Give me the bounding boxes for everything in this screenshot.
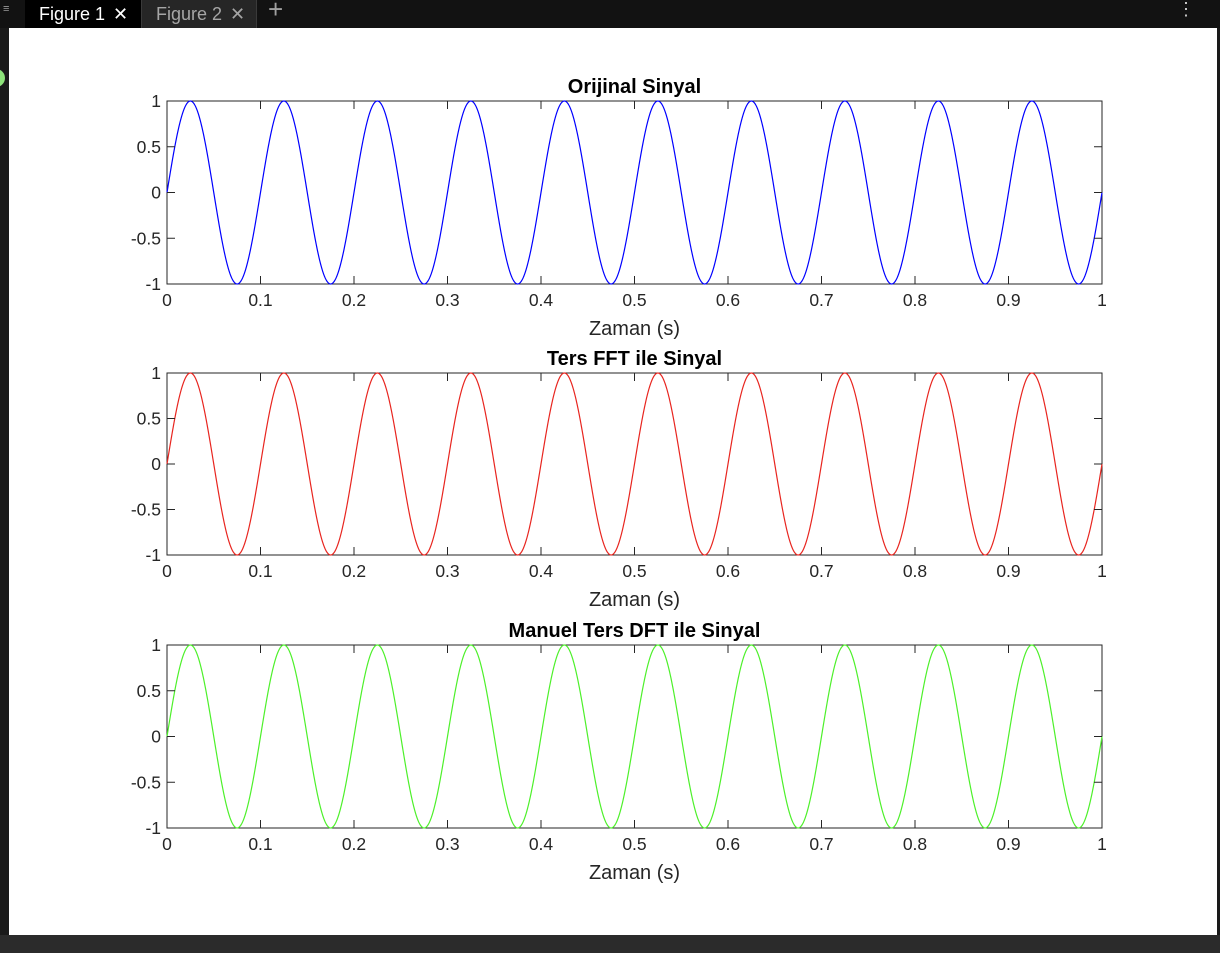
subplot-3: 0 0.1 0.2 0.3 0.4 0.5 0.6 0.7 0.8 0.9 1 1 0.5 0 -0.5 -1… [131,620,1107,884]
y-tick-label: -1 [145,545,161,565]
x-tick-label: 0.6 [716,290,740,310]
x-tick-label: 0.9 [996,290,1020,310]
x-tick-label: 0 [162,834,172,854]
x-tick-label: 1 [1097,834,1107,854]
x-tick-label: 0.6 [716,834,740,854]
x-tick-label: 0.7 [809,834,833,854]
chart-title: Manuel Ters DFT ile Sinyal [509,620,761,642]
x-tick-label: 0.5 [622,834,646,854]
subplot-2: 0 0.1 0.2 0.3 0.4 0.5 0.6 0.7 0.8 0.9 1 1 0.5 0 -0.5 -1… [131,348,1107,611]
x-tick-label: 0.3 [435,290,459,310]
series-line [166,372,1103,556]
y-tick-label: 0.5 [137,681,161,701]
y-tick-label: -0.5 [131,228,161,248]
x-tick-label: 0.8 [903,834,927,854]
subplots: 0 0.1 0.2 0.3 0.4 0.5 0.6 0.7 0.8 0.9 1 1 0.5 0 -0.5 -1… [131,76,1107,884]
y-tick-label: 0.5 [137,409,161,429]
series-line [166,100,1103,285]
y-tick-label: 1 [151,91,161,111]
x-tick-label: 0.4 [529,834,554,854]
x-tick-label: 0.5 [622,561,646,581]
x-tick-label: 0.1 [248,290,272,310]
x-axis-label: Zaman (s) [589,862,680,884]
y-tick-label: -1 [145,818,161,838]
x-tick-label: 0.2 [342,834,366,854]
y-tick-label: 0 [151,727,161,747]
x-tick-label: 1 [1097,290,1107,310]
x-tick-label: 0 [162,561,172,581]
x-tick-label: 0.8 [903,561,927,581]
chart-title: Ters FFT ile Sinyal [547,348,722,370]
y-tick-label: 1 [151,635,161,655]
x-tick-label: 0.9 [996,561,1020,581]
y-tick-label: -0.5 [131,500,161,520]
chart-title: Orijinal Sinyal [568,76,701,98]
series-line [166,644,1103,829]
x-tick-label: 0.3 [435,834,459,854]
x-axis-label: Zaman (s) [589,589,680,611]
x-tick-label: 0.4 [529,290,554,310]
x-tick-label: 0.2 [342,561,366,581]
x-tick-label: 0.7 [809,290,833,310]
x-tick-label: 0.5 [622,290,646,310]
x-tick-label: 0.4 [529,561,554,581]
x-tick-label: 0.1 [248,561,272,581]
y-tick-label: 0 [151,183,161,203]
y-tick-label: -1 [145,274,161,294]
x-tick-label: 0 [162,290,172,310]
y-tick-label: 0.5 [137,137,161,157]
x-tick-label: 0.7 [809,561,833,581]
x-tick-label: 0.8 [903,290,927,310]
y-tick-label: -0.5 [131,772,161,792]
x-tick-label: 0.3 [435,561,459,581]
x-tick-label: 0.9 [996,834,1020,854]
x-tick-label: 0.6 [716,561,740,581]
x-axis-label: Zaman (s) [589,318,680,340]
y-tick-label: 0 [151,454,161,474]
subplot-1: 0 0.1 0.2 0.3 0.4 0.5 0.6 0.7 0.8 0.9 1 1 0.5 0 -0.5 -1… [131,76,1107,340]
x-tick-label: 1 [1097,561,1107,581]
x-tick-label: 0.2 [342,290,366,310]
y-tick-label: 1 [151,363,161,383]
x-tick-label: 0.1 [248,834,272,854]
